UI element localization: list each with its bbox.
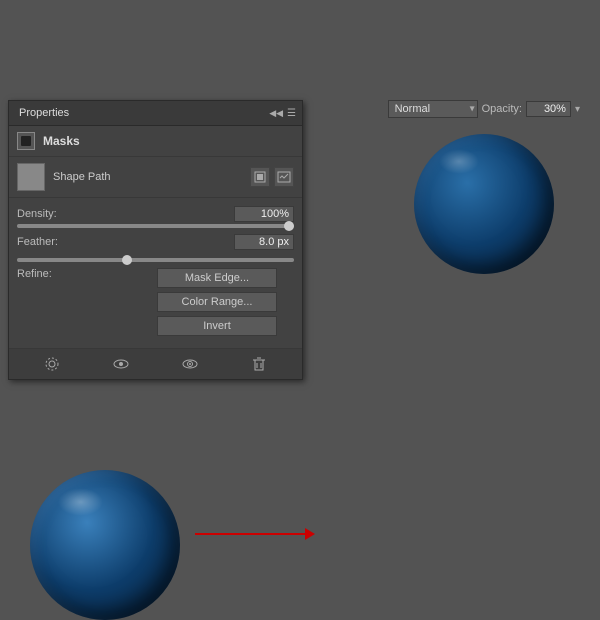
- density-value[interactable]: 100%: [234, 206, 294, 222]
- select-mask-icon[interactable]: [42, 354, 62, 374]
- original-sphere: [30, 470, 180, 620]
- density-label: Density:: [17, 208, 87, 220]
- panel-toolbar: [9, 348, 302, 379]
- result-sphere: [414, 134, 554, 274]
- shape-path-icon-btn-1[interactable]: [250, 167, 270, 187]
- feather-row: Feather: 8.0 px: [17, 234, 294, 250]
- opacity-label: Opacity:: [482, 103, 522, 115]
- view-mask-icon[interactable]: [111, 354, 131, 374]
- blend-select-wrapper: Normal: [388, 100, 478, 118]
- shape-path-icons: [250, 167, 294, 187]
- arrow-container: [195, 528, 315, 540]
- right-area: Normal Opacity: 30% ▾: [388, 100, 580, 274]
- refine-row: Refine: Mask Edge... Color Range... Inve…: [17, 268, 294, 336]
- masks-header: Masks: [9, 126, 302, 157]
- original-sphere-highlight: [58, 488, 103, 516]
- visibility-icon[interactable]: [180, 354, 200, 374]
- panel-titlebar-buttons: ◀◀ ☰: [269, 108, 296, 119]
- panel-menu-icon[interactable]: ☰: [287, 108, 296, 119]
- feather-value[interactable]: 8.0 px: [234, 234, 294, 250]
- vector-mask-icon: [277, 170, 291, 184]
- density-slider-track[interactable]: [17, 224, 294, 228]
- feather-slider-thumb[interactable]: [122, 255, 132, 265]
- arrow-line: [195, 533, 305, 535]
- panel-collapse-icon[interactable]: ◀◀: [269, 108, 283, 119]
- sphere-highlight: [439, 149, 479, 174]
- shape-path-icon-btn-2[interactable]: [274, 167, 294, 187]
- masks-title: Masks: [43, 134, 80, 148]
- mask-icon: [17, 132, 35, 150]
- refine-label: Refine:: [17, 268, 87, 280]
- density-row: Density: 100%: [17, 206, 294, 222]
- delete-mask-icon[interactable]: [249, 354, 269, 374]
- feather-label: Feather:: [17, 236, 87, 248]
- panel-content: Density: 100% Feather: 8.0 px Refine: Ma…: [9, 198, 302, 348]
- panel-titlebar: Properties ◀◀ ☰: [9, 101, 302, 126]
- shape-thumbnail: [17, 163, 45, 191]
- panel-title-left: Properties: [15, 105, 73, 121]
- feather-slider-wrapper: [17, 258, 294, 262]
- density-slider-thumb[interactable]: [284, 221, 294, 231]
- properties-panel: Properties ◀◀ ☰ Masks Shape Path: [8, 100, 303, 380]
- mask-icon-inner: [21, 136, 31, 146]
- color-range-button[interactable]: Color Range...: [157, 292, 277, 312]
- shape-path-row: Shape Path: [9, 157, 302, 198]
- panel-tab-properties[interactable]: Properties: [15, 105, 73, 121]
- blend-mode-select[interactable]: Normal: [388, 100, 478, 118]
- density-slider-wrapper: [17, 224, 294, 228]
- opacity-arrow-icon[interactable]: ▾: [575, 104, 580, 115]
- opacity-value[interactable]: 30%: [526, 101, 571, 117]
- feather-slider-track[interactable]: [17, 258, 294, 262]
- shape-path-label: Shape Path: [53, 171, 242, 183]
- arrow-head: [305, 528, 315, 540]
- result-sphere-container: [388, 134, 580, 274]
- refine-buttons: Mask Edge... Color Range... Invert: [157, 268, 277, 336]
- blend-row: Normal Opacity: 30% ▾: [388, 100, 580, 118]
- invert-button[interactable]: Invert: [157, 316, 277, 336]
- mask-edge-button[interactable]: Mask Edge...: [157, 268, 277, 288]
- add-mask-icon: [253, 170, 267, 184]
